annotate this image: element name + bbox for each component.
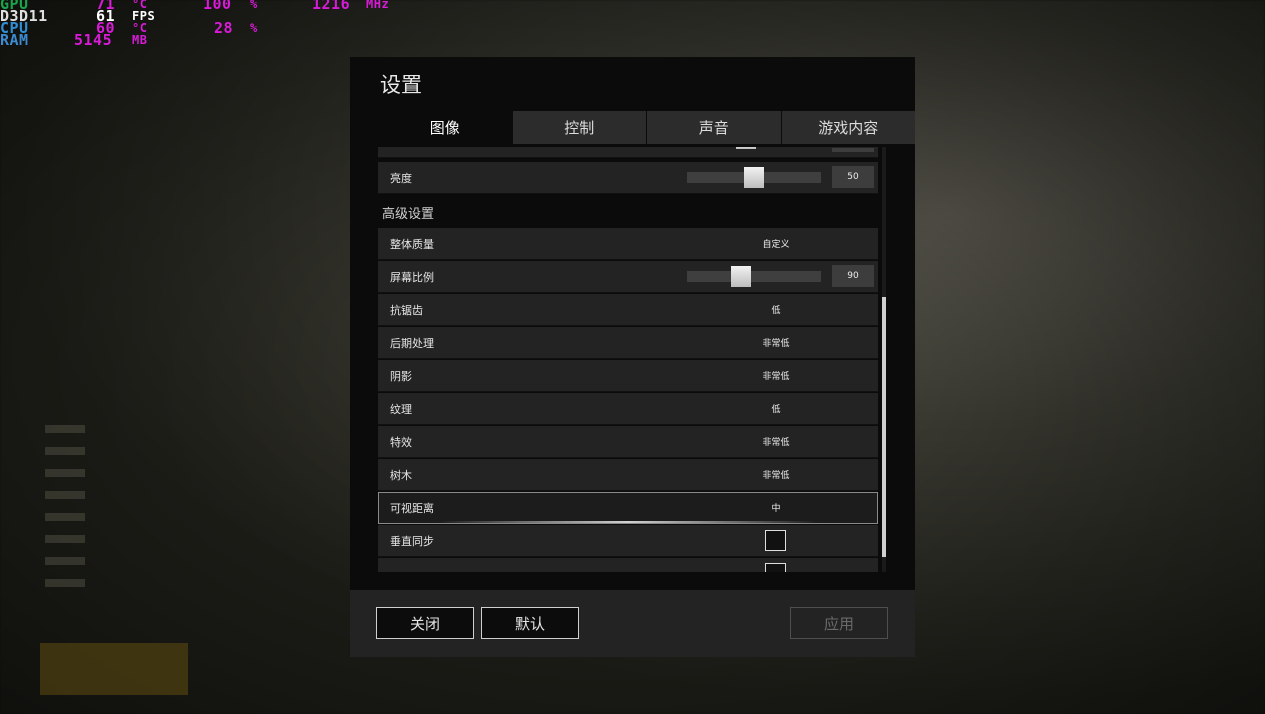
textures-value[interactable]: 低 <box>726 402 826 415</box>
background-start-button-blur <box>40 643 188 695</box>
osd-cpu-load-unit: % <box>250 21 258 35</box>
post-processing-label: 后期处理 <box>390 337 434 350</box>
overall-quality-label: 整体质量 <box>390 238 434 251</box>
osd-gpu-load: 100 <box>203 0 232 13</box>
settings-row-post-processing[interactable]: 后期处理 非常低 <box>378 327 878 359</box>
tab-graphics[interactable]: 图像 <box>378 111 512 144</box>
dialog-title: 设置 <box>380 73 422 97</box>
settings-row-textures[interactable]: 纹理 低 <box>378 393 878 425</box>
antialiasing-label: 抗锯齿 <box>390 304 423 317</box>
effects-value[interactable]: 非常低 <box>726 435 826 448</box>
settings-row-view-distance[interactable]: 可视距离 中 <box>378 492 878 524</box>
osd-cpu-load: 28 <box>214 19 234 37</box>
osd-ram-unit: MB <box>132 33 148 47</box>
screen-scale-slider-thumb[interactable] <box>731 266 751 287</box>
dialog-footer: 关闭 默认 应用 <box>350 590 915 657</box>
brightness-slider[interactable] <box>687 167 821 188</box>
overall-quality-value[interactable]: 自定义 <box>726 237 826 250</box>
settings-row-effects[interactable]: 特效 非常低 <box>378 426 878 458</box>
settings-row-brightness[interactable]: 亮度 50 <box>378 162 878 194</box>
settings-row-partial-top <box>378 147 878 158</box>
settings-row-shadows[interactable]: 阴影 非常低 <box>378 360 878 392</box>
foliage-value[interactable]: 非常低 <box>726 468 826 481</box>
partial-checkbox[interactable] <box>765 563 786 572</box>
apply-button[interactable]: 应用 <box>790 607 888 639</box>
partial-value-box <box>832 148 874 152</box>
screen-scale-slider[interactable] <box>687 266 821 287</box>
partial-slider-thumb <box>736 147 756 149</box>
vsync-label: 垂直同步 <box>390 535 434 548</box>
osd-ram-label: RAM <box>0 31 29 49</box>
settings-row-vsync[interactable]: 垂直同步 <box>378 525 878 557</box>
settings-list[interactable]: 亮度 50 高级设置 整体质量 自定义 屏幕比例 90 抗锯齿 低 后期处理 非… <box>378 147 886 572</box>
antialiasing-value[interactable]: 低 <box>726 303 826 316</box>
advanced-settings-header: 高级设置 <box>382 207 435 222</box>
shadows-value[interactable]: 非常低 <box>726 369 826 382</box>
background-menu-blur <box>45 425 85 601</box>
settings-row-foliage[interactable]: 树木 非常低 <box>378 459 878 491</box>
performance-overlay: GPU 71 °C 100 % 1216 MHz D3D11 61 FPS CP… <box>0 0 389 49</box>
settings-tabs: 图像 控制 声音 游戏内容 <box>378 111 915 144</box>
osd-ram-row: RAM 5145 MB <box>0 31 147 49</box>
screen-scale-label: 屏幕比例 <box>390 271 434 284</box>
shadows-label: 阴影 <box>390 370 412 383</box>
osd-gpu-load-unit: % <box>250 0 258 11</box>
settings-dialog: 设置 图像 控制 声音 游戏内容 亮度 50 高级设置 整体质量 自定义 屏幕比… <box>350 57 915 657</box>
close-button[interactable]: 关闭 <box>376 607 474 639</box>
brightness-label: 亮度 <box>390 172 412 185</box>
tab-gameplay[interactable]: 游戏内容 <box>780 111 915 144</box>
foliage-label: 树木 <box>390 469 412 482</box>
brightness-value[interactable]: 50 <box>832 166 874 188</box>
osd-gpu-clock-unit: MHz <box>366 0 390 11</box>
osd-ram-value: 5145 <box>74 31 113 49</box>
vsync-checkbox[interactable] <box>765 530 786 551</box>
brightness-slider-thumb[interactable] <box>744 167 764 188</box>
effects-label: 特效 <box>390 436 412 449</box>
osd-gpu-clock: 1216 <box>312 0 351 13</box>
tab-controls[interactable]: 控制 <box>511 111 646 144</box>
view-distance-value[interactable]: 中 <box>726 501 826 514</box>
screen-scale-value[interactable]: 90 <box>832 265 874 287</box>
settings-row-partial-bottom[interactable] <box>378 558 878 572</box>
selection-highlight <box>438 521 818 523</box>
scrollbar-thumb[interactable] <box>882 297 886 557</box>
settings-row-overall-quality[interactable]: 整体质量 自定义 <box>378 228 878 260</box>
textures-label: 纹理 <box>390 403 412 416</box>
settings-row-screen-scale[interactable]: 屏幕比例 90 <box>378 261 878 293</box>
view-distance-label: 可视距离 <box>390 502 434 515</box>
default-button[interactable]: 默认 <box>481 607 579 639</box>
post-processing-value[interactable]: 非常低 <box>726 336 826 349</box>
tab-audio[interactable]: 声音 <box>646 111 781 144</box>
settings-row-antialiasing[interactable]: 抗锯齿 低 <box>378 294 878 326</box>
